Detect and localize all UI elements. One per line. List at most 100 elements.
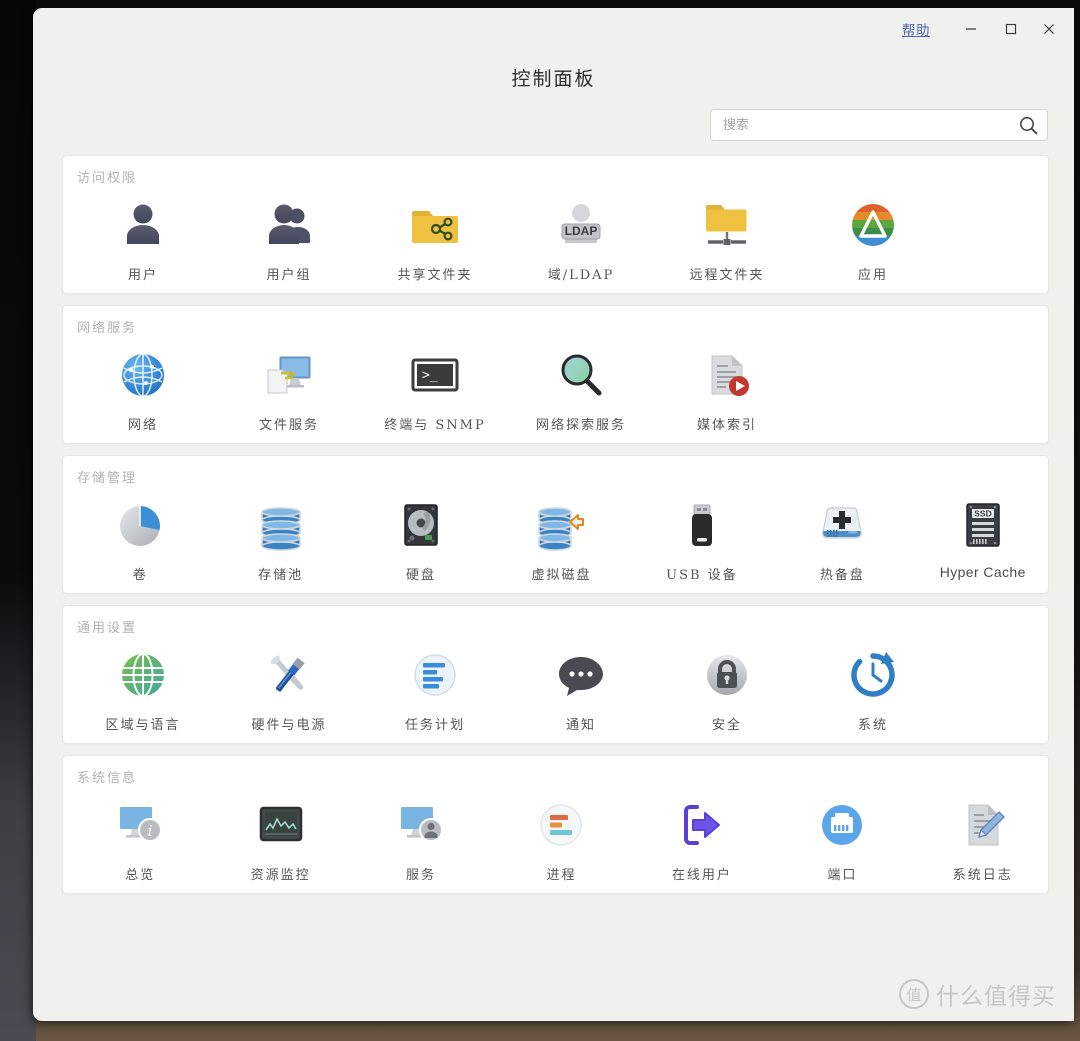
maximize-icon: [1005, 23, 1017, 35]
online-user-icon: [675, 798, 729, 852]
notification-icon: [554, 648, 608, 702]
search-icon[interactable]: [1017, 114, 1039, 136]
tile-file-service[interactable]: 文件服务: [221, 346, 357, 433]
tile-app[interactable]: 应用: [805, 196, 941, 283]
tile-volume-pie[interactable]: 卷: [75, 496, 205, 583]
section-2: 网络服务网络 文件服务 >_ 终端与 SNMP 网络探索服务 媒体索引: [62, 305, 1049, 444]
storage-pool-icon: [254, 498, 308, 552]
security-lock-icon: [700, 648, 754, 702]
tile-row: 网络 文件服务 >_ 终端与 SNMP 网络探索服务 媒体索引: [63, 338, 1048, 433]
watermark-logo: 值: [899, 979, 929, 1009]
tile-label: 硬盘: [406, 568, 437, 583]
tile-label: 文件服务: [258, 418, 319, 433]
tile-overview[interactable]: i 总览: [75, 796, 205, 883]
tile-label: 网络探索服务: [535, 418, 626, 433]
tile-online-user[interactable]: 在线用户: [637, 796, 767, 883]
user-group-icon: [262, 198, 316, 252]
minimize-button[interactable]: [958, 18, 984, 40]
tile-media-index[interactable]: 媒体索引: [659, 346, 795, 433]
help-link[interactable]: 帮助: [902, 19, 930, 39]
network-discovery-icon: [554, 348, 608, 402]
usb-device-icon: [675, 498, 729, 552]
tile-label: 存储池: [258, 568, 304, 583]
section-4: 通用设置 区域与语言 硬件与电源 任务计划 通知 安全 系统: [62, 605, 1049, 744]
section-1: 访问权限 用户 用户组 共享文件夹 LDAP 域/LDAP 远程文件夹 应用: [62, 155, 1049, 294]
tile-system-log[interactable]: 系统日志: [918, 796, 1048, 883]
search-input[interactable]: [711, 112, 1047, 138]
hardware-power-icon: [262, 648, 316, 702]
tile-label: 虚拟磁盘: [531, 568, 592, 583]
hot-spare-icon: [815, 498, 869, 552]
tile-system-clock[interactable]: 系统: [805, 646, 941, 733]
section-title: 网络服务: [77, 321, 138, 336]
shared-folder-icon: [408, 198, 462, 252]
tile-label: 用户: [127, 268, 158, 283]
tile-label: USB 设备: [666, 568, 738, 583]
tile-label: 系统: [857, 718, 888, 733]
tile-service[interactable]: 服务: [356, 796, 486, 883]
tile-virtual-disk[interactable]: 虚拟磁盘: [496, 496, 626, 583]
tile-usb-device[interactable]: USB 设备: [637, 496, 767, 583]
tile-label: 媒体索引: [696, 418, 757, 433]
tile-notification[interactable]: 通知: [513, 646, 649, 733]
service-icon: [394, 798, 448, 852]
tile-user[interactable]: 用户: [75, 196, 211, 283]
tile-hard-disk[interactable]: 硬盘: [356, 496, 486, 583]
user-icon: [116, 198, 170, 252]
tile-storage-pool[interactable]: 存储池: [215, 496, 345, 583]
maximize-button[interactable]: [998, 18, 1024, 40]
terminal-icon: >_: [408, 348, 462, 402]
tile-ldap[interactable]: LDAP 域/LDAP: [513, 196, 649, 283]
minimize-icon: [966, 28, 976, 30]
task-scheduler-icon: [408, 648, 462, 702]
ldap-icon: LDAP: [554, 198, 608, 252]
process-icon: [534, 798, 588, 852]
tile-port[interactable]: 端口: [777, 796, 907, 883]
svg-text:>_: >_: [422, 368, 438, 383]
tile-task-scheduler[interactable]: 任务计划: [367, 646, 503, 733]
svg-text:SSD: SSD: [974, 509, 991, 519]
port-icon: [815, 798, 869, 852]
virtual-disk-icon: [534, 498, 588, 552]
volume-pie-icon: [113, 498, 167, 552]
control-panel-window: 帮助 控制面板 访问权限用户 用户组 共享文件夹 LDAP 域/LDAP 远程文件夹 应用网…: [33, 8, 1074, 1021]
section-3: 存储管理卷 存储池 硬盘 虚拟磁盘 USB 设备 热备盘 SSD Hyper Cache: [62, 455, 1049, 594]
tile-remote-folder[interactable]: 远程文件夹: [659, 196, 795, 283]
desktop-left-edge: [0, 0, 36, 1041]
section-5: 系统信息 i 总览 资源监控 服务 进程 在线用户 端口 系统日志: [62, 755, 1049, 894]
tile-shared-folder[interactable]: 共享文件夹: [367, 196, 503, 283]
tile-region-language[interactable]: 区域与语言: [75, 646, 211, 733]
tile-label: 安全: [711, 718, 742, 733]
page-title: 控制面板: [511, 68, 596, 90]
tile-network-discovery[interactable]: 网络探索服务: [513, 346, 649, 433]
watermark-text: 什么值得买: [936, 984, 1056, 1010]
tile-label: 应用: [857, 268, 888, 283]
close-button[interactable]: [1036, 18, 1062, 40]
tile-label: 域/LDAP: [547, 268, 615, 283]
section-title: 系统信息: [77, 771, 138, 786]
window-titlebar: 帮助: [33, 8, 1074, 48]
tile-label: 资源监控: [250, 868, 311, 883]
tile-label: 热备盘: [819, 568, 865, 583]
tile-row: 用户 用户组 共享文件夹 LDAP 域/LDAP 远程文件夹 应用: [63, 188, 1048, 283]
tile-security-lock[interactable]: 安全: [659, 646, 795, 733]
close-icon: [1044, 24, 1054, 34]
tile-globe-network[interactable]: 网络: [75, 346, 211, 433]
tile-label: 共享文件夹: [397, 268, 473, 283]
watermark: 值 什么值得买: [899, 977, 1056, 1011]
overview-icon: i: [113, 798, 167, 852]
tile-ssd-cache[interactable]: SSD Hyper Cache: [918, 496, 1048, 583]
tile-process[interactable]: 进程: [496, 796, 626, 883]
tile-row: i 总览 资源监控 服务 进程 在线用户 端口 系统日志: [63, 788, 1048, 883]
tile-label: 通知: [565, 718, 596, 733]
svg-text:LDAP: LDAP: [565, 224, 598, 238]
tile-label: 在线用户: [671, 868, 732, 883]
search-box[interactable]: [710, 109, 1048, 141]
tile-hardware-power[interactable]: 硬件与电源: [221, 646, 357, 733]
tile-hot-spare[interactable]: 热备盘: [777, 496, 907, 583]
tile-label: 区域与语言: [105, 718, 181, 733]
tile-user-group[interactable]: 用户组: [221, 196, 357, 283]
tile-resource-monitor[interactable]: 资源监控: [215, 796, 345, 883]
tile-terminal[interactable]: >_ 终端与 SNMP: [367, 346, 503, 433]
app-icon: [846, 198, 900, 252]
